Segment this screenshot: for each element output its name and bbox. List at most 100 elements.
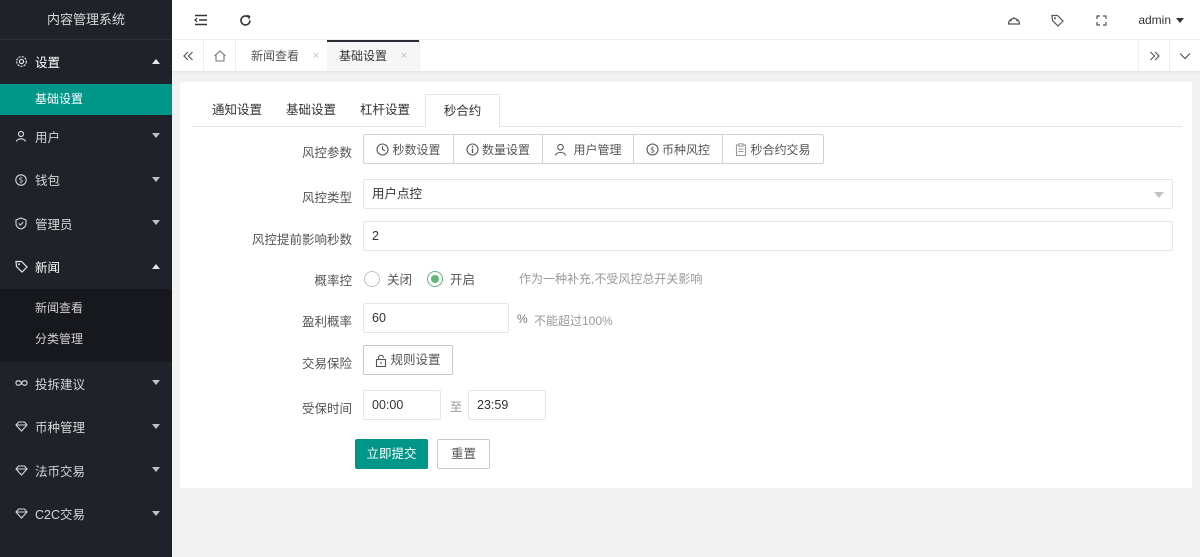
sidebar-item-label: 法币交易 xyxy=(35,464,86,479)
chevron-down-icon xyxy=(152,467,160,473)
sidebar-item-news[interactable]: 新闻 xyxy=(0,245,172,289)
tag-icon[interactable] xyxy=(1042,0,1072,40)
radio-label: 关闭 xyxy=(387,273,413,287)
sidebar-item-wallet[interactable]: $ 钱包 xyxy=(0,158,172,202)
sidebar-item-admins[interactable]: 管理员 xyxy=(0,202,172,246)
rule-settings-button[interactable]: 规则设置 xyxy=(363,345,453,375)
page-tab-basic-settings[interactable]: 基础设置 × xyxy=(327,40,421,71)
profit-rate-row: 盈利概率 60 % 不能超过100% xyxy=(180,303,1192,333)
sidebar-item-settings[interactable]: 设置 xyxy=(0,40,172,84)
theme-palette-icon[interactable] xyxy=(999,0,1029,40)
risk-type-row: 风控类型 用户点控 xyxy=(180,179,1192,209)
page-tab-label: 基础设置 xyxy=(339,49,388,63)
dollar-icon: $ xyxy=(14,173,28,187)
sidebar-subitem-category[interactable]: 分类管理 xyxy=(0,324,172,355)
chevron-down-icon xyxy=(152,176,160,182)
user-management-button[interactable]: 用户管理 xyxy=(543,135,634,163)
tab-leverage-settings[interactable]: 杠杆设置 xyxy=(352,94,418,127)
currency-risk-button[interactable]: $ 币种风控 xyxy=(634,135,723,163)
chevron-down-icon xyxy=(152,423,160,429)
submenu-settings: 基础设置 xyxy=(0,83,172,115)
sidebar-item-label: 管理员 xyxy=(35,217,73,232)
button-label: 秒合约交易 xyxy=(750,142,811,157)
risk-params-label: 风控参数 xyxy=(301,146,352,160)
probability-radio-off[interactable]: 关闭 xyxy=(364,269,412,288)
svg-text:$: $ xyxy=(19,175,24,184)
seconds-settings-button[interactable]: 秒数设置 xyxy=(364,135,454,163)
profit-rate-hint: 不能超过100% xyxy=(534,314,613,328)
app-title: 内容管理系统 xyxy=(0,0,172,40)
submit-button[interactable]: 立即提交 xyxy=(355,439,428,469)
second-contract-trade-button[interactable]: 秒合约交易 xyxy=(723,135,823,163)
close-icon[interactable]: × xyxy=(401,50,407,62)
chevron-down-icon xyxy=(1176,17,1184,23)
tabs-scroll-right-icon[interactable] xyxy=(1138,40,1170,71)
tag-icon xyxy=(14,260,28,274)
chevron-down-icon xyxy=(152,133,160,139)
time-separator: 至 xyxy=(450,400,463,414)
profit-rate-label: 盈利概率 xyxy=(301,315,352,329)
profit-rate-input[interactable]: 60 xyxy=(363,303,509,333)
chevron-down-icon xyxy=(152,510,160,516)
insured-start-time-input[interactable]: 00:00 xyxy=(363,390,441,420)
button-label: 币种风控 xyxy=(661,142,710,157)
quantity-settings-button[interactable]: 数量设置 xyxy=(454,135,543,163)
advance-seconds-input[interactable]: 2 xyxy=(363,221,1173,251)
reset-button[interactable]: 重置 xyxy=(437,439,490,469)
risk-type-select[interactable]: 用户点控 xyxy=(363,179,1173,209)
fullscreen-icon[interactable] xyxy=(1086,0,1116,40)
sidebar-item-label: C2C交易 xyxy=(35,508,86,523)
radio-label: 开启 xyxy=(450,273,476,287)
dollar-icon: $ xyxy=(646,142,659,156)
diamond-icon xyxy=(14,420,28,434)
sidebar-subitem-basic-settings[interactable]: 基础设置 xyxy=(0,83,172,115)
home-icon[interactable] xyxy=(204,40,236,71)
sidebar-item-suggestions[interactable]: 投拆建议 xyxy=(0,362,172,406)
sidebar-item-users[interactable]: 用户 xyxy=(0,115,172,159)
button-label: 秒数设置 xyxy=(392,142,441,157)
risk-params-row: 风控参数 秒数设置 数量设置 用户管理 $ 币种风控 秒合约交易 xyxy=(180,134,1192,164)
sidebar-item-label: 钱包 xyxy=(35,174,61,189)
page-tab-label: 新闻查看 xyxy=(251,49,300,63)
tabs-menu-icon[interactable] xyxy=(1169,40,1200,71)
button-label: 规则设置 xyxy=(390,353,441,367)
settings-card: 通知设置 基础设置 杠杆设置 秒合约 风控参数 秒数设置 数量设置 用户管理 $… xyxy=(180,82,1192,488)
lock-icon xyxy=(376,354,387,367)
diamond-icon xyxy=(14,507,28,521)
diamond-icon xyxy=(14,463,28,477)
sidebar-item-label: 设置 xyxy=(35,56,61,71)
insurance-row: 交易保险 规则设置 xyxy=(180,345,1192,375)
risk-params-button-group: 秒数设置 数量设置 用户管理 $ 币种风控 秒合约交易 xyxy=(363,134,824,164)
advance-seconds-row: 风控提前影响秒数 2 xyxy=(180,221,1192,251)
probability-radio-on[interactable]: 开启 xyxy=(427,269,475,288)
sidebar-item-label: 投拆建议 xyxy=(35,377,86,392)
insurance-label: 交易保险 xyxy=(301,357,352,371)
refresh-icon[interactable] xyxy=(230,0,260,40)
tab-basic-settings[interactable]: 基础设置 xyxy=(278,94,344,127)
risk-type-value: 用户点控 xyxy=(372,187,423,201)
tabs-scroll-left-icon[interactable] xyxy=(172,40,204,71)
sidebar-item-fiat-trade[interactable]: 法币交易 xyxy=(0,449,172,493)
svg-text:$: $ xyxy=(650,145,655,154)
insured-end-time-input[interactable]: 23:59 xyxy=(468,390,546,420)
button-label: 数量设置 xyxy=(481,142,530,157)
sidebar-subitem-news-view[interactable]: 新闻查看 xyxy=(0,293,172,324)
sidebar-item-currency[interactable]: 币种管理 xyxy=(0,405,172,449)
sidebar: 内容管理系统 设置 基础设置 用户 $ 钱包 管理员 新闻 新闻查看 分类管理 … xyxy=(0,0,172,557)
infinity-icon xyxy=(14,376,28,390)
form-tabs: 通知设置 基础设置 杠杆设置 秒合约 xyxy=(192,94,1182,128)
tab-second-contract[interactable]: 秒合约 xyxy=(425,94,500,128)
sidebar-item-label: 币种管理 xyxy=(35,421,86,436)
page-tab-news-view[interactable]: 新闻查看 × xyxy=(239,40,333,71)
user-menu[interactable]: admin xyxy=(1138,0,1194,40)
clock-icon xyxy=(376,142,390,156)
radio-circle xyxy=(364,270,380,287)
close-icon[interactable]: × xyxy=(313,50,319,62)
menu-collapse-icon[interactable] xyxy=(186,0,216,40)
probability-label: 概率控 xyxy=(314,274,352,288)
tab-notification-settings[interactable]: 通知设置 xyxy=(204,94,270,127)
user-icon xyxy=(555,143,567,156)
clipboard-icon xyxy=(736,142,747,156)
chevron-down-icon xyxy=(152,220,160,226)
sidebar-item-c2c-trade[interactable]: C2C交易 xyxy=(0,492,172,536)
